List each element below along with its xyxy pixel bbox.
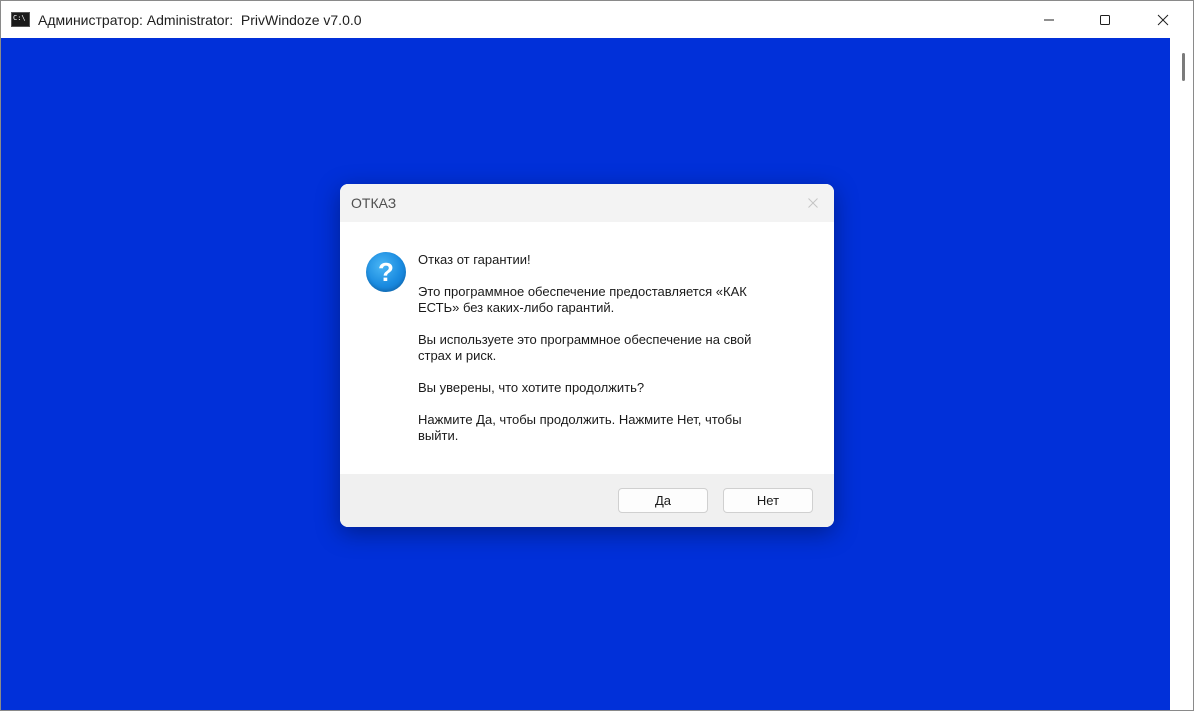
minimize-icon bbox=[1044, 19, 1054, 20]
dialog-titlebar[interactable]: ОТКАЗ bbox=[340, 184, 834, 222]
minimize-button[interactable] bbox=[1021, 1, 1077, 38]
window-title: Администратор: Administrator: PrivWindoz… bbox=[38, 12, 362, 28]
maximize-button[interactable] bbox=[1077, 1, 1133, 38]
question-icon: ? bbox=[366, 252, 406, 292]
disclaimer-dialog: ОТКАЗ ? Отказ от гарантии! Это программн… bbox=[340, 184, 834, 527]
dialog-footer: Да Нет bbox=[340, 474, 834, 527]
message-paragraph: Вы используете это программное обеспечен… bbox=[418, 332, 752, 363]
message-question: Вы уверены, что хотите продолжить? bbox=[418, 380, 645, 395]
maximize-icon bbox=[1100, 14, 1110, 25]
message-instructions: Нажмите Да, чтобы продолжить. Нажмите Не… bbox=[418, 412, 742, 443]
scrollbar-thumb[interactable] bbox=[1182, 53, 1185, 81]
console-icon bbox=[11, 12, 30, 27]
yes-button[interactable]: Да bbox=[618, 488, 708, 513]
dialog-message: Отказ от гарантии! Это программное обесп… bbox=[418, 252, 814, 460]
close-icon bbox=[808, 198, 818, 208]
message-paragraph: Это программное обеспечение предоставляе… bbox=[418, 284, 747, 315]
window-titlebar[interactable]: Администратор: Administrator: PrivWindoz… bbox=[1, 1, 1193, 38]
dialog-close-button[interactable] bbox=[800, 190, 826, 216]
message-heading: Отказ от гарантии! bbox=[418, 252, 531, 267]
no-button[interactable]: Нет bbox=[723, 488, 813, 513]
vertical-scrollbar[interactable] bbox=[1170, 38, 1193, 710]
dialog-title: ОТКАЗ bbox=[351, 195, 397, 211]
dialog-body: ? Отказ от гарантии! Это программное обе… bbox=[340, 222, 834, 474]
close-button[interactable] bbox=[1135, 1, 1191, 38]
close-icon bbox=[1157, 14, 1169, 25]
